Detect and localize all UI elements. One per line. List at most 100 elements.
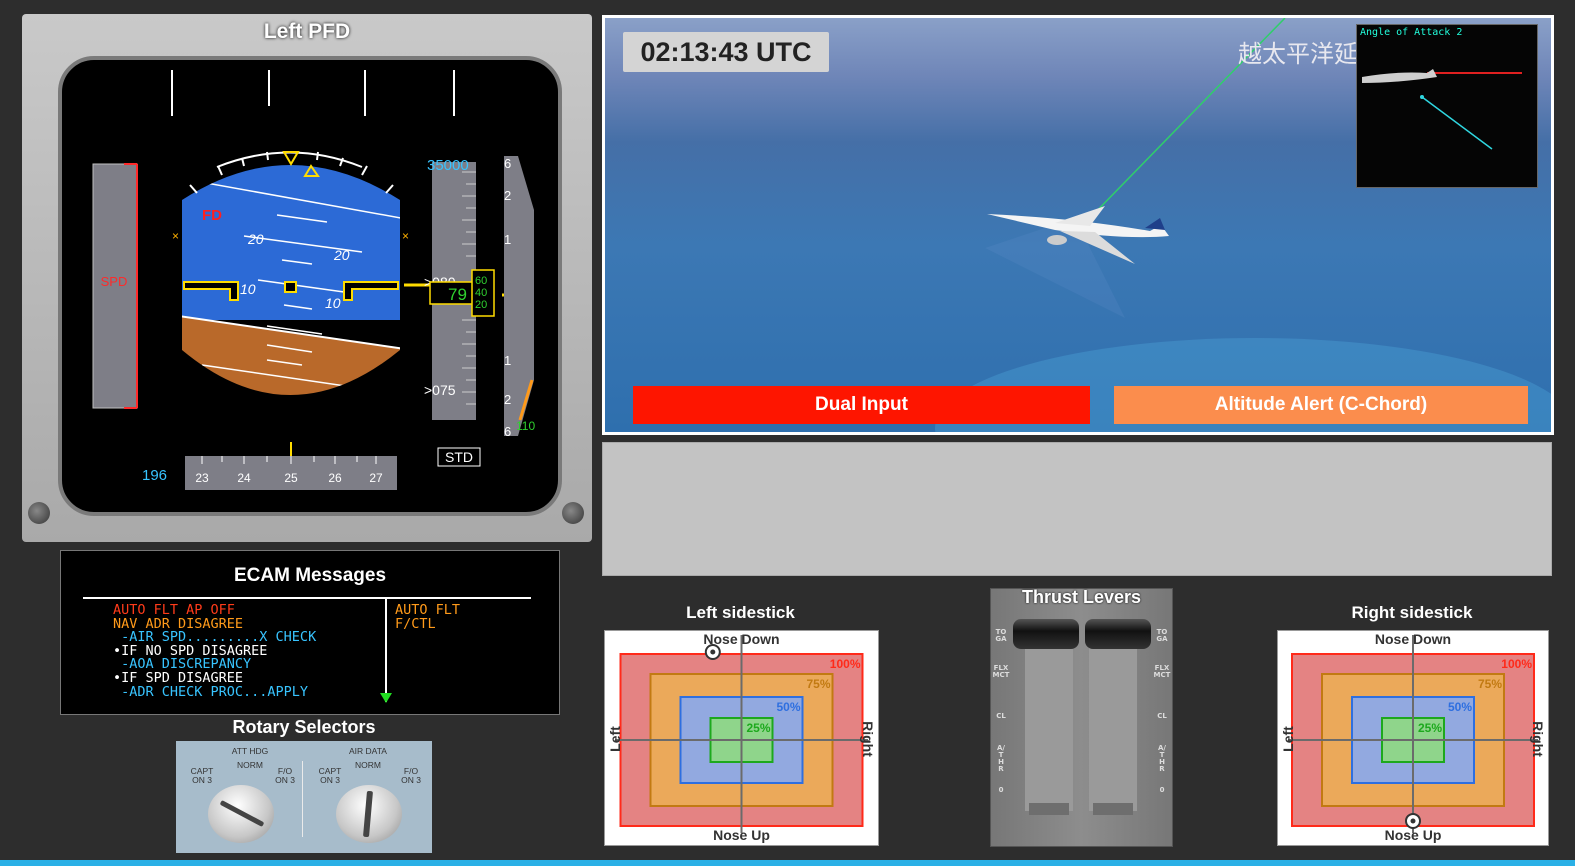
pfd-display: SPD 20 20 10 10 FD × × 35000 >075 79 60 … (58, 56, 562, 516)
sidestick-zone-label: 75% (806, 677, 830, 691)
ecam-column-divider (385, 597, 387, 702)
svg-text:20: 20 (475, 299, 487, 311)
aoa-inset: Angle of Attack 2 (1356, 24, 1538, 188)
svg-text:6: 6 (504, 424, 511, 439)
altitude-alert: Altitude Alert (C-Chord) (1114, 386, 1528, 424)
rotary-panel: ATT HDG NORM CAPT ON 3 F/O ON 3 AIR DATA… (176, 741, 432, 853)
knob-pointer (363, 790, 373, 838)
sidestick-zone-label: 50% (1448, 700, 1472, 714)
thrust-lever-1[interactable] (1013, 619, 1079, 649)
att-hdg-capt: CAPT ON 3 (190, 766, 214, 785)
altitude-target: 35000 (427, 157, 469, 174)
bezel-screw (562, 502, 584, 524)
baro-setting: STD (445, 449, 473, 465)
air-data-fo: F/O ON 3 (401, 766, 421, 785)
ecam-overflow-arrow (380, 693, 392, 703)
detent-athr: A/THR (997, 744, 1005, 773)
detent-flx-mct: FLX MCT (992, 664, 1010, 679)
heading-value: 196 (142, 467, 167, 484)
sidestick-position-marker (710, 649, 716, 655)
svg-text:27: 27 (369, 471, 383, 485)
blank-panel (602, 442, 1552, 576)
svg-text:2: 2 (504, 392, 511, 407)
svg-text:1: 1 (504, 232, 511, 247)
rotary-divider (302, 761, 303, 837)
knob-pointer (219, 800, 265, 827)
thrust-levers-panel: Thrust Levers TO GA TO GA FLX MCT FLX MC… (990, 587, 1173, 847)
sidestick-zone-label: 100% (830, 657, 861, 671)
speed-flag: SPD (101, 274, 128, 289)
nose-down-label: Nose Down (703, 631, 780, 647)
nose-down-label: Nose Down (1374, 631, 1452, 647)
left-label: Left (607, 726, 623, 752)
thrust-lever-2[interactable] (1085, 619, 1151, 649)
svg-text:6: 6 (504, 156, 511, 171)
att-hdg-knob[interactable] (208, 785, 274, 843)
att-hdg-label: ATT HDG (231, 746, 269, 756)
sidestick-graphics: 100% 75% 50% 25% (1288, 635, 1538, 833)
sidestick-zone-label: 75% (1478, 677, 1502, 691)
sidestick-zone-label: 50% (776, 700, 800, 714)
ecam-divider (83, 597, 531, 599)
pitch-label: 20 (333, 247, 350, 263)
ecam-title: ECAM Messages (233, 565, 387, 586)
rotary-title: Rotary Selectors (232, 717, 376, 737)
detent-idle: 0 (1159, 786, 1165, 794)
right-label: Right (1530, 721, 1546, 757)
vertical-speed-value: 110 (516, 419, 535, 433)
pfd-title: Left PFD (263, 20, 351, 43)
right-sidestick-panel: 100% 75% 50% 25% Nose Down Nose Up Left Right (1277, 630, 1549, 846)
svg-text:23: 23 (195, 471, 209, 485)
detent-toga: TO GA (995, 628, 1007, 643)
nose-up-label: Nose Up (1384, 827, 1442, 843)
detent-athr: A/THR (1158, 744, 1166, 773)
altitude-current: 79 (448, 285, 467, 304)
dual-input-alert: Dual Input (633, 386, 1090, 424)
right-sidestick-title: Right sidestick (1351, 603, 1473, 622)
flight-video: 02:13:43 UTC 越太平洋延程飛行 bilibili Angle of … (602, 15, 1554, 435)
ecam-panel: ECAM Messages AUTO FLT AP OFF NAV ADR DIS… (60, 550, 560, 715)
svg-text:2: 2 (504, 188, 511, 203)
bezel-screw (28, 502, 50, 524)
detent-cl: CL (1157, 712, 1167, 720)
left-label: Left (1280, 726, 1296, 752)
detent-idle: 0 (998, 786, 1004, 794)
pfd-graphics: SPD 20 20 10 10 FD × × 35000 >075 79 60 … (92, 70, 535, 490)
bottom-accent-strip (0, 860, 1575, 866)
thrust-title: Thrust Levers (1021, 587, 1142, 607)
air-data-capt: CAPT ON 3 (318, 766, 342, 785)
sidestick-position-marker (1410, 818, 1416, 824)
svg-text:1: 1 (504, 353, 511, 368)
utc-clock: 02:13:43 UTC (623, 32, 829, 72)
svg-text:25: 25 (284, 471, 298, 485)
altitude-mark: >075 (424, 382, 456, 398)
lever-track-left (1025, 641, 1073, 811)
lever-track-right (1089, 641, 1137, 811)
ecam-right-line: F/CTL (395, 616, 436, 632)
air-data-label: AIR DATA (349, 746, 387, 756)
svg-text:60: 60 (475, 275, 487, 287)
pitch-label: 10 (325, 295, 341, 311)
svg-text:40: 40 (475, 287, 487, 299)
sidestick-zone-label: 25% (1418, 721, 1442, 735)
fd-flag: FD (202, 207, 222, 224)
ecam-message-line: -ADR CHECK PROC...APPLY (113, 683, 309, 700)
svg-text:26: 26 (328, 471, 342, 485)
pitch-label: 10 (240, 281, 256, 297)
nose-up-label: Nose Up (713, 827, 770, 843)
sidestick-zone-label: 100% (1501, 657, 1532, 671)
left-sidestick-panel: 100% 75% 50% 25% Nose Down Nose Up Left Right (604, 630, 879, 846)
air-data-knob[interactable] (336, 785, 402, 843)
att-hdg-fo: F/O ON 3 (275, 766, 295, 785)
right-label: Right (860, 721, 876, 757)
sidestick-zone-label: 25% (746, 721, 770, 735)
left-sidestick-title: Left sidestick (686, 603, 795, 622)
aoa-inset-graphics (1362, 69, 1522, 150)
svg-text:×: × (172, 229, 179, 243)
detent-toga: TO GA (1156, 628, 1168, 643)
detent-flx-mct: FLX MCT (1153, 664, 1171, 679)
svg-text:24: 24 (237, 471, 251, 485)
pfd-panel: Left PFD SPD 20 20 10 10 FD × × 35000 >0… (22, 14, 592, 542)
attitude-indicator: 20 20 10 10 (182, 165, 400, 395)
sidestick-graphics: 100%75% 50% 25% (615, 635, 868, 833)
